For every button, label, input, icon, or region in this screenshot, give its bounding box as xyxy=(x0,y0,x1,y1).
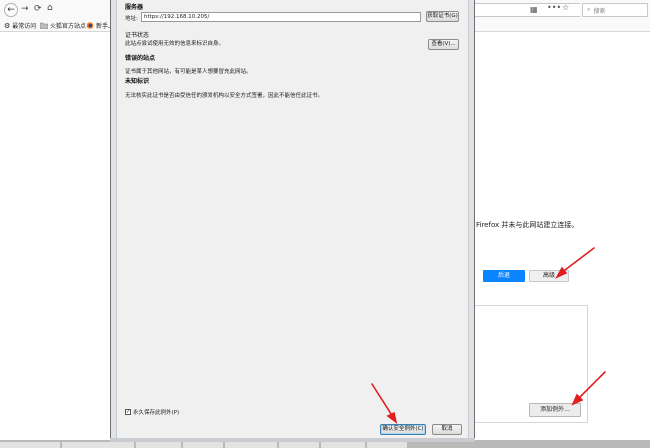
arrow-to-add-exception-icon xyxy=(571,371,606,406)
annotation-arrows xyxy=(371,247,606,424)
arrow-to-confirm-icon xyxy=(371,383,398,424)
arrow-to-advanced-icon xyxy=(555,247,595,279)
